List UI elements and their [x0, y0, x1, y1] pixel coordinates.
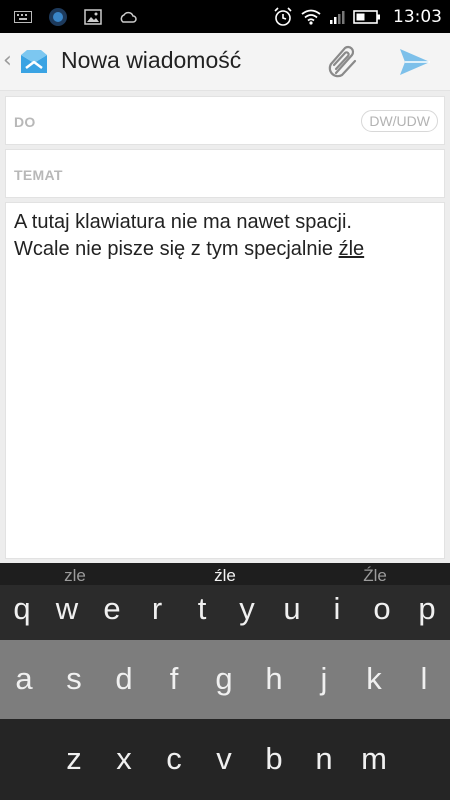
- keyboard-row-1: q w e r t y u i o p: [0, 585, 450, 640]
- key-o[interactable]: o: [360, 591, 404, 627]
- key-n[interactable]: n: [302, 741, 346, 777]
- send-icon[interactable]: [397, 45, 433, 79]
- composing-word: źle: [338, 238, 365, 260]
- status-time: 13:03: [393, 6, 442, 27]
- key-i[interactable]: i: [315, 591, 359, 627]
- key-e[interactable]: e: [90, 591, 134, 627]
- paperclip-icon[interactable]: [324, 43, 364, 83]
- wifi-icon: [301, 9, 321, 25]
- subject-label: TEMAT: [14, 167, 63, 183]
- suggestion-left[interactable]: zle: [45, 566, 105, 586]
- key-m[interactable]: m: [352, 741, 396, 777]
- key-w[interactable]: w: [45, 591, 89, 627]
- message-body-text: A tutaj klawiatura nie ma nawet spacji. …: [14, 209, 439, 263]
- cc-bcc-button[interactable]: DW/UDW: [361, 110, 438, 132]
- message-body-field[interactable]: A tutaj klawiatura nie ma nawet spacji. …: [5, 202, 445, 559]
- page-title: Nowa wiadomość: [61, 47, 242, 73]
- suggestion-strip: zle źle Źle: [0, 563, 450, 585]
- battery-icon: [353, 9, 380, 24]
- key-z[interactable]: z: [52, 741, 96, 777]
- key-s[interactable]: s: [52, 661, 96, 697]
- circle-app-icon: [49, 7, 67, 26]
- body-line-2-text: Wcale nie pisze się z tym specjalnie: [14, 238, 339, 260]
- key-r[interactable]: r: [135, 591, 179, 627]
- suggestion-center[interactable]: źle: [195, 566, 255, 586]
- chevron-left-icon[interactable]: ‹: [3, 48, 12, 73]
- app-bar: ‹ Nowa wiadomość: [0, 33, 450, 91]
- suggestion-right[interactable]: Źle: [345, 566, 405, 586]
- key-l[interactable]: l: [402, 661, 446, 697]
- key-u[interactable]: u: [270, 591, 314, 627]
- status-left-icons: [14, 0, 138, 33]
- key-h[interactable]: h: [252, 661, 296, 697]
- keyboard-row-3: z x c v b n m: [0, 719, 450, 800]
- key-b[interactable]: b: [252, 741, 296, 777]
- key-p[interactable]: p: [405, 591, 449, 627]
- alarm-icon: [274, 6, 292, 26]
- subject-field[interactable]: TEMAT: [5, 149, 445, 198]
- soft-keyboard: zle źle Źle q w e r t y u i o p a s d f …: [0, 563, 450, 800]
- key-q[interactable]: q: [0, 591, 44, 627]
- key-g[interactable]: g: [202, 661, 246, 697]
- body-line-2: Wcale nie pisze się z tym specjalnie źle: [14, 236, 439, 263]
- image-icon: [84, 8, 102, 25]
- key-y[interactable]: y: [225, 591, 269, 627]
- recipient-field[interactable]: DO DW/UDW: [5, 96, 445, 145]
- to-label: DO: [14, 114, 36, 130]
- key-a[interactable]: a: [2, 661, 46, 697]
- key-x[interactable]: x: [102, 741, 146, 777]
- mail-app-logo-icon[interactable]: [18, 46, 50, 78]
- key-k[interactable]: k: [352, 661, 396, 697]
- status-bar: 13:03: [0, 0, 450, 33]
- key-v[interactable]: v: [202, 741, 246, 777]
- key-t[interactable]: t: [180, 591, 224, 627]
- key-j[interactable]: j: [302, 661, 346, 697]
- body-line-1: A tutaj klawiatura nie ma nawet spacji.: [14, 211, 352, 233]
- signal-icon: [330, 10, 345, 24]
- key-d[interactable]: d: [102, 661, 146, 697]
- weather-icon: [120, 11, 137, 23]
- status-right-icons: 13:03: [273, 0, 442, 33]
- keyboard-icon: [14, 10, 32, 23]
- keyboard-row-2: a s d f g h j k l: [0, 640, 450, 719]
- key-c[interactable]: c: [152, 741, 196, 777]
- key-f[interactable]: f: [152, 661, 196, 697]
